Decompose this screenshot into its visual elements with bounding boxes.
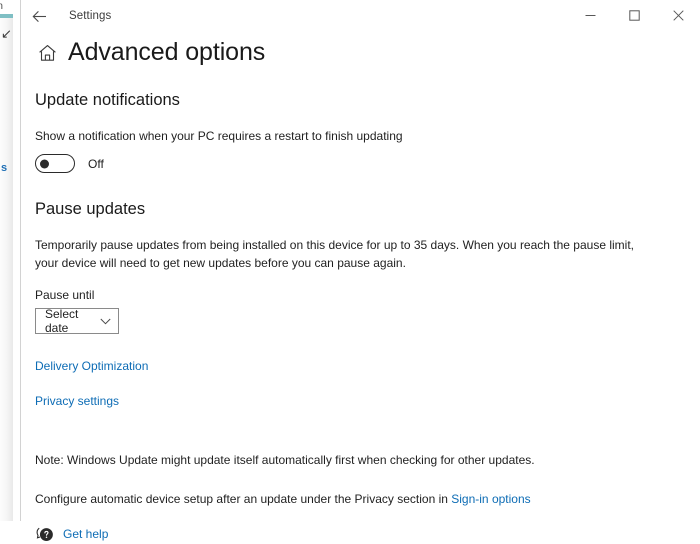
maximize-button[interactable] (612, 0, 656, 30)
window-title: Settings (69, 10, 112, 22)
close-icon (672, 9, 684, 21)
pause-updates-heading: Pause updates (35, 200, 146, 219)
background-window-edge (0, 18, 13, 521)
configure-device-setup-prefix: Configure automatic device setup after a… (35, 491, 452, 506)
home-icon[interactable] (34, 40, 60, 66)
title-bar: Settings (21, 0, 700, 32)
pause-until-dropdown-value: Select date (45, 307, 79, 336)
chevron-down-icon (100, 318, 111, 325)
toggle-knob (40, 159, 49, 169)
configure-device-setup-text: Configure automatic device setup after a… (29, 491, 700, 508)
background-glyph-fragment: ↙ (1, 26, 12, 41)
pause-updates-description: Temporarily pause updates from being ins… (35, 238, 634, 270)
page-body: Advanced options Update notifications Sh… (21, 38, 700, 544)
page-title: Advanced options (68, 38, 266, 66)
delivery-optimization-link[interactable]: Delivery Optimization (29, 359, 148, 373)
update-notifications-heading: Update notifications (35, 91, 180, 109)
settings-window: Settings Advanced options Update notific… (20, 0, 700, 541)
background-window-accent-strip (0, 14, 13, 18)
update-notifications-toggle-row: Off (29, 154, 700, 174)
background-link-fragment: s (1, 162, 8, 174)
update-notifications-toggle[interactable] (35, 154, 75, 174)
window-controls (568, 0, 700, 32)
update-notifications-toggle-state: Off (88, 156, 104, 171)
sign-in-options-link[interactable]: Sign-in options (451, 491, 530, 508)
background-text-fragment-top: rn (0, 1, 3, 12)
privacy-settings-link[interactable]: Privacy settings (29, 394, 119, 408)
close-button[interactable] (656, 0, 700, 30)
minimize-icon (585, 10, 596, 21)
update-note-text: Note: Windows Update might update itself… (35, 453, 535, 468)
minimize-button[interactable] (568, 0, 612, 30)
back-arrow-icon (32, 10, 47, 23)
help-bubble-icon (35, 525, 54, 544)
get-help-row[interactable]: Get help (29, 525, 700, 544)
page-header: Advanced options (29, 38, 700, 67)
maximize-icon (628, 9, 640, 21)
pause-until-dropdown[interactable]: Select date (35, 307, 119, 336)
pause-until-label: Pause until (35, 288, 95, 303)
update-notifications-description: Show a notification when your PC require… (35, 129, 403, 143)
get-help-link[interactable]: Get help (63, 527, 108, 541)
back-button[interactable] (21, 1, 57, 31)
